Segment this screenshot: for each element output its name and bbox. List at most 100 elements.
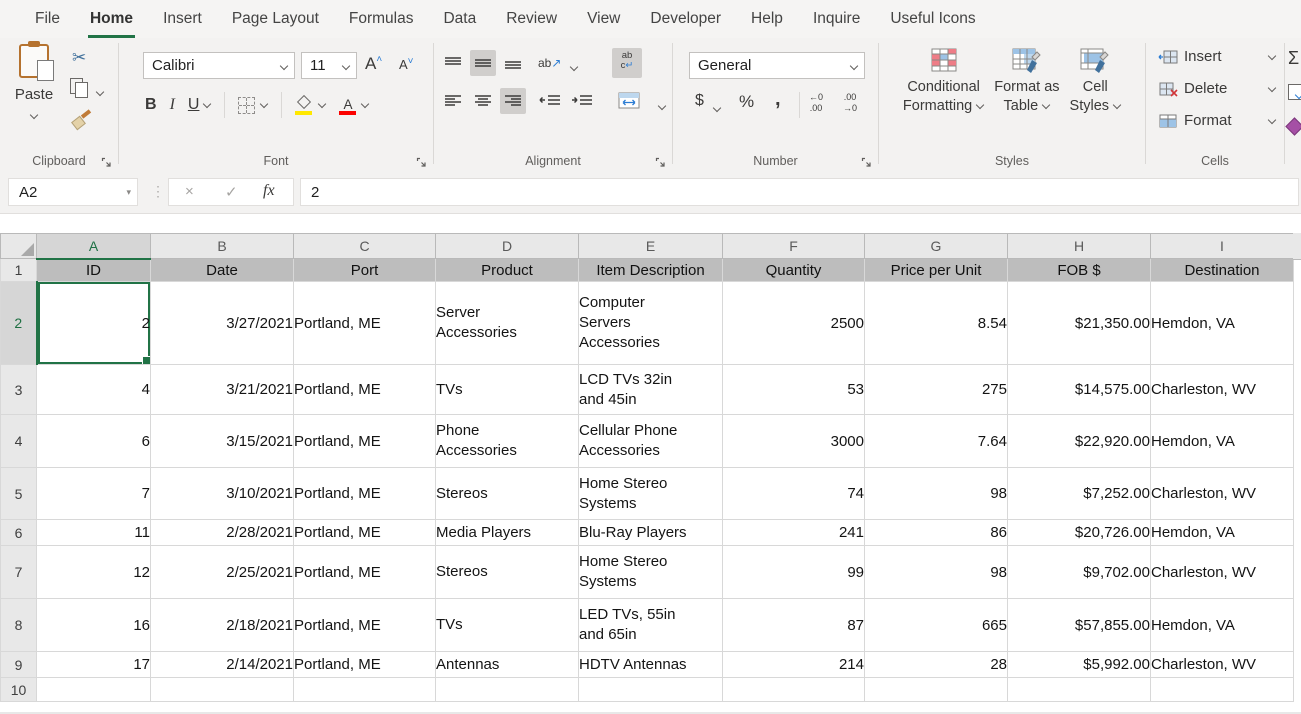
cell-H9[interactable]: $5,992.00 <box>1008 652 1151 678</box>
grow-font-button[interactable]: A˄ <box>365 54 382 74</box>
row-header-3[interactable]: 3 <box>1 365 37 415</box>
cell-B6[interactable]: 2/28/2021 <box>151 520 294 546</box>
copy-button[interactable] <box>70 78 90 103</box>
font-size-chevron[interactable] <box>342 63 350 71</box>
cell-G9[interactable]: 28 <box>865 652 1008 678</box>
cell-I2[interactable]: Hemdon, VA <box>1151 282 1294 365</box>
cell-C3[interactable]: Portland, ME <box>294 365 436 415</box>
percent-style-button[interactable]: % <box>739 92 754 112</box>
align-top-button[interactable] <box>440 50 466 76</box>
cell-D8[interactable]: TVs <box>436 599 579 652</box>
format-cells-button[interactable]: Format <box>1158 112 1278 129</box>
cell-A3[interactable]: 4 <box>37 365 151 415</box>
insert-chevron[interactable] <box>1268 53 1276 61</box>
cell-A10[interactable] <box>37 678 151 702</box>
cell-E9[interactable]: HDTV Antennas <box>579 652 723 678</box>
cell-B8[interactable]: 2/18/2021 <box>151 599 294 652</box>
cell-I7[interactable]: Charleston, WV <box>1151 546 1294 599</box>
cell-C6[interactable]: Portland, ME <box>294 520 436 546</box>
align-center-button[interactable] <box>470 88 496 114</box>
column-header-A[interactable]: A <box>37 234 151 259</box>
fill-color-button[interactable] <box>295 96 326 115</box>
row-header-8[interactable]: 8 <box>1 599 37 652</box>
decrease-decimal-button[interactable]: .00 →0 <box>843 92 857 114</box>
cell-I1[interactable]: Destination <box>1151 259 1294 282</box>
align-middle-button[interactable] <box>470 50 496 76</box>
column-header-C[interactable]: C <box>294 234 436 259</box>
cell-E3[interactable]: LCD TVs 32in and 45in <box>579 365 723 415</box>
cell-F7[interactable]: 99 <box>723 546 865 599</box>
font-family-chevron[interactable] <box>280 63 288 71</box>
tab-file[interactable]: File <box>20 0 75 38</box>
copy-chevron[interactable] <box>96 89 104 97</box>
cell-H6[interactable]: $20,726.00 <box>1008 520 1151 546</box>
row-header-4[interactable]: 4 <box>1 415 37 468</box>
delete-chevron[interactable] <box>1268 85 1276 93</box>
cell-C8[interactable]: Portland, ME <box>294 599 436 652</box>
cell-styles-button[interactable]: Cell Styles <box>1070 48 1122 116</box>
font-color-button[interactable]: A <box>339 96 369 115</box>
cell-A5[interactable]: 7 <box>37 468 151 520</box>
cell-G5[interactable]: 98 <box>865 468 1008 520</box>
delete-cells-button[interactable]: Delete <box>1158 80 1278 97</box>
font-color-chevron[interactable] <box>361 101 369 109</box>
alignment-dialog-launcher[interactable] <box>655 155 667 167</box>
cell-I6[interactable]: Hemdon, VA <box>1151 520 1294 546</box>
merge-center-button[interactable] <box>618 92 640 114</box>
row-header-5[interactable]: 5 <box>1 468 37 520</box>
cell-E4[interactable]: Cellular Phone Accessories <box>579 415 723 468</box>
increase-indent-button[interactable] <box>568 88 596 114</box>
underline-button[interactable]: U <box>188 96 212 114</box>
cell-H8[interactable]: $57,855.00 <box>1008 599 1151 652</box>
formula-bar-input[interactable]: 2 <box>300 178 1299 206</box>
cell-A8[interactable]: 16 <box>37 599 151 652</box>
cell-G10[interactable] <box>865 678 1008 702</box>
row-header-9[interactable]: 9 <box>1 652 37 678</box>
orientation-chevron[interactable] <box>570 64 578 72</box>
tab-page-layout[interactable]: Page Layout <box>217 0 334 38</box>
cell-B1[interactable]: Date <box>151 259 294 282</box>
conditional-formatting-button[interactable]: Conditional Formatting <box>903 48 984 116</box>
cell-I9[interactable]: Charleston, WV <box>1151 652 1294 678</box>
cell-A7[interactable]: 12 <box>37 546 151 599</box>
tab-inquire[interactable]: Inquire <box>798 0 875 38</box>
cell-F2[interactable]: 2500 <box>723 282 865 365</box>
column-header-E[interactable]: E <box>579 234 723 259</box>
cell-G1[interactable]: Price per Unit <box>865 259 1008 282</box>
cell-D4[interactable]: Phone Accessories <box>436 415 579 468</box>
clipboard-dialog-launcher[interactable] <box>101 155 113 167</box>
align-left-button[interactable] <box>440 88 466 114</box>
row-header-2[interactable]: 2 <box>1 282 37 365</box>
cell-D10[interactable] <box>436 678 579 702</box>
tab-formulas[interactable]: Formulas <box>334 0 429 38</box>
cell-H7[interactable]: $9,702.00 <box>1008 546 1151 599</box>
cell-H3[interactable]: $14,575.00 <box>1008 365 1151 415</box>
row-header-6[interactable]: 6 <box>1 520 37 546</box>
fill-color-chevron[interactable] <box>318 101 326 109</box>
cancel-button[interactable]: × <box>185 183 194 200</box>
column-header-G[interactable]: G <box>865 234 1008 259</box>
font-size-combo[interactable]: 11 <box>301 52 357 79</box>
cell-B4[interactable]: 3/15/2021 <box>151 415 294 468</box>
paste-button[interactable]: Paste <box>6 40 62 125</box>
cell-I10[interactable] <box>1151 678 1294 702</box>
fill-down-icon[interactable] <box>1288 84 1301 100</box>
insert-cells-button[interactable]: Insert <box>1158 48 1278 65</box>
cell-I3[interactable]: Charleston, WV <box>1151 365 1294 415</box>
cell-A4[interactable]: 6 <box>37 415 151 468</box>
row-header-1[interactable]: 1 <box>1 259 37 282</box>
cell-E2[interactable]: Computer Servers Accessories <box>579 282 723 365</box>
cell-E10[interactable] <box>579 678 723 702</box>
cell-C2[interactable]: Portland, ME <box>294 282 436 365</box>
accounting-chevron[interactable] <box>713 105 721 113</box>
cell-D9[interactable]: Antennas <box>436 652 579 678</box>
cell-G4[interactable]: 7.64 <box>865 415 1008 468</box>
increase-decimal-button[interactable]: ←0 .00 <box>809 92 823 114</box>
column-header-H[interactable]: H <box>1008 234 1151 259</box>
cell-D7[interactable]: Stereos <box>436 546 579 599</box>
cell-I8[interactable]: Hemdon, VA <box>1151 599 1294 652</box>
cell-F4[interactable]: 3000 <box>723 415 865 468</box>
cell-F6[interactable]: 241 <box>723 520 865 546</box>
align-right-button[interactable] <box>500 88 526 114</box>
cell-C5[interactable]: Portland, ME <box>294 468 436 520</box>
